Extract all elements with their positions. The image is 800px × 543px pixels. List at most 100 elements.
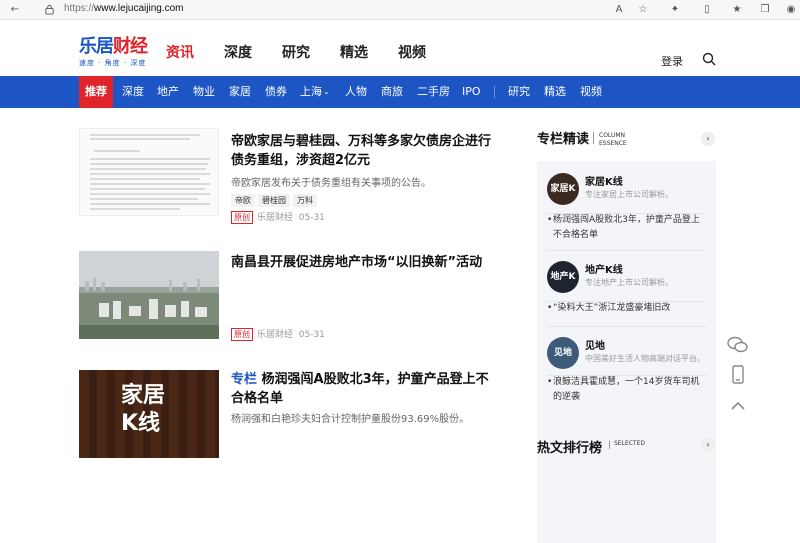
bullet-icon: • [547,377,553,387]
panel-title-en: COLUMN ESSENCE [599,132,627,147]
divider [494,86,495,98]
login-link[interactable]: 登录 [661,53,683,69]
column-article[interactable]: • “染料大王”浙江龙盛豪堵旧改 [547,301,703,316]
chevron-right-icon[interactable]: › [701,132,715,146]
article-item[interactable]: 家居 K线 专栏 杨润强闯A股败北3年，护童产品登上不合格名单 杨润强和白艳珍夫… [79,370,499,458]
tab-bonds[interactable]: 债券 [265,76,287,108]
nav-news[interactable]: 资讯 [166,42,194,62]
column-desc: 中国美好生活人物高端对话平台。 [585,354,705,363]
column-name[interactable]: 家居K线 [585,173,623,188]
article-thumbnail-city[interactable] [79,251,219,339]
original-badge: 原创 [231,211,253,224]
url-field[interactable]: https://www.lejucaijing.com [64,3,184,14]
logo-text: 乐居财经 [79,38,149,56]
url-prefix: https:// [64,3,95,14]
nav-video[interactable]: 视频 [398,42,426,62]
tab-ipo[interactable]: IPO [462,76,481,108]
article-date: 05-31 [298,330,325,340]
tab-home[interactable]: 家居 [229,76,251,108]
column-avatar: 地产K线 [547,261,579,314]
bullet-icon: • [547,303,553,313]
url-host: www.lejucaijing.com [94,3,184,14]
article-source: 乐居财经 [257,213,294,223]
article-title[interactable]: 南昌县开展促进房地产市场“以旧换新”活动 [231,253,499,272]
tag[interactable]: 帝欧 [231,194,255,207]
nav-depth[interactable]: 深度 [224,42,252,62]
original-badge: 原创 [231,328,253,341]
column-avatar: 家居K线 [547,173,579,226]
wechat-icon[interactable] [724,331,752,359]
read-aloud-icon[interactable]: A [612,3,626,17]
tag[interactable]: 碧桂园 [258,194,290,207]
chevron-right-icon[interactable]: › [701,438,715,452]
column-article[interactable]: • 浪鲸洁具霍成慧，一个14岁货车司机的逆袭 [547,375,703,405]
favorites-icon[interactable]: ★ [730,3,744,17]
panel-title: 专栏精读 [537,132,590,147]
article-meta: 原创 乐居财经 05-31 [231,210,325,224]
article-title[interactable]: 专栏 杨润强闯A股败北3年，护童产品登上不合格名单 [231,370,499,408]
hot-ranking-title: 热文排行榜 [537,441,603,456]
nav-selected[interactable]: 精选 [340,42,368,62]
lock-icon [45,4,54,15]
column-tag[interactable]: 专栏 [231,372,257,387]
back-to-top-icon[interactable] [724,392,752,420]
favorite-star-icon[interactable]: ☆ [636,3,650,17]
column-avatar: 见地 [547,337,579,369]
article-meta: 原创 乐居财经 05-31 [231,327,325,341]
profile-icon[interactable]: ◉ [784,3,798,17]
tab-business-travel[interactable]: 商旅 [381,76,403,108]
tab-video[interactable]: 视频 [580,76,602,108]
tab-recommend[interactable]: 推荐 [79,76,113,108]
logo-subtitle: 速度 · 角度 · 深度 [79,59,147,67]
column-article-title: 浪鲸洁具霍成慧，一个14岁货车司机的逆袭 [553,377,700,402]
divider [609,441,610,449]
article-tags: 帝欧 碧桂园 万科 [231,194,320,207]
split-screen-icon[interactable]: ▯ [700,3,714,17]
tab-research[interactable]: 研究 [508,76,530,108]
tab-second-hand[interactable]: 二手房 [417,76,450,108]
column-desc: 专注地产上市公司解析。 [585,278,673,287]
site-logo[interactable]: 乐居财经 速度 · 角度 · 深度 [79,38,149,68]
article-item[interactable]: 帝欧家居与碧桂园、万科等多家欠债房企进行债务重组，涉资超2亿元 帝欧家居发布关于… [79,128,499,228]
article-title[interactable]: 帝欧家居与碧桂园、万科等多家欠债房企进行债务重组，涉资超2亿元 [231,132,499,170]
article-source: 乐居财经 [257,330,294,340]
tab-selected[interactable]: 精选 [544,76,566,108]
divider [547,250,707,251]
divider [593,132,594,144]
tab-property[interactable]: 物业 [193,76,215,108]
column-desc: 专注家居上市公司解析。 [585,190,673,199]
tab-depth[interactable]: 深度 [122,76,144,108]
article-item[interactable]: 南昌县开展促进房地产市场“以旧换新”活动 原创 乐居财经 05-31 [79,251,499,341]
extensions-icon[interactable]: ✦ [668,3,682,17]
collections-icon[interactable]: ❐ [758,3,772,17]
column-article-title: “染料大王”浙江龙盛豪堵旧改 [553,303,671,313]
city-aerial-image [79,251,219,339]
column-name[interactable]: 地产K线 [585,261,623,276]
logo-text-a: 乐居 [79,36,114,57]
tag[interactable]: 万科 [293,194,317,207]
tab-shanghai[interactable]: 上海 [300,76,322,108]
column-name[interactable]: 见地 [585,337,605,352]
column-list: 家居K线 家居K线 专注家居上市公司解析。 • 杨润强闯A股败北3年，护童产品登上… [537,161,716,543]
nav-research[interactable]: 研究 [282,42,310,62]
article-desc: 帝欧家居发布关于债务重组有关事项的公告。 [231,178,431,189]
search-icon[interactable] [702,52,716,66]
column-article[interactable]: • 杨润强闯A股败北3年，护童产品登上不合格名单 [547,213,703,243]
thumb-logo-text-b: K线 [121,411,161,436]
back-icon[interactable]: ← [8,3,22,17]
article-thumbnail-column[interactable]: 家居 K线 [79,370,219,458]
column-article-title: 杨润强闯A股败北3年，护童产品登上不合格名单 [553,215,700,240]
bullet-icon: • [547,215,553,225]
mobile-icon[interactable] [724,361,752,389]
hot-ranking-title-en: SELECTED [614,440,645,447]
tab-people[interactable]: 人物 [345,76,367,108]
tab-realestate[interactable]: 地产 [157,76,179,108]
article-date: 05-31 [298,213,325,223]
chevron-down-icon[interactable]: ⌄ [323,76,330,108]
category-bar: 推荐 深度 地产 物业 家居 债券 上海 ⌄ 人物 商旅 二手房 IPO 研究 … [0,76,800,108]
article-thumbnail-document[interactable] [79,128,219,216]
article-desc: 杨润强和白艳珍夫妇合计控制护童股份93.69%股份。 [231,414,470,425]
document-image [90,134,210,210]
divider [547,326,707,327]
thumb-logo-text-a: 家居 [121,383,166,408]
